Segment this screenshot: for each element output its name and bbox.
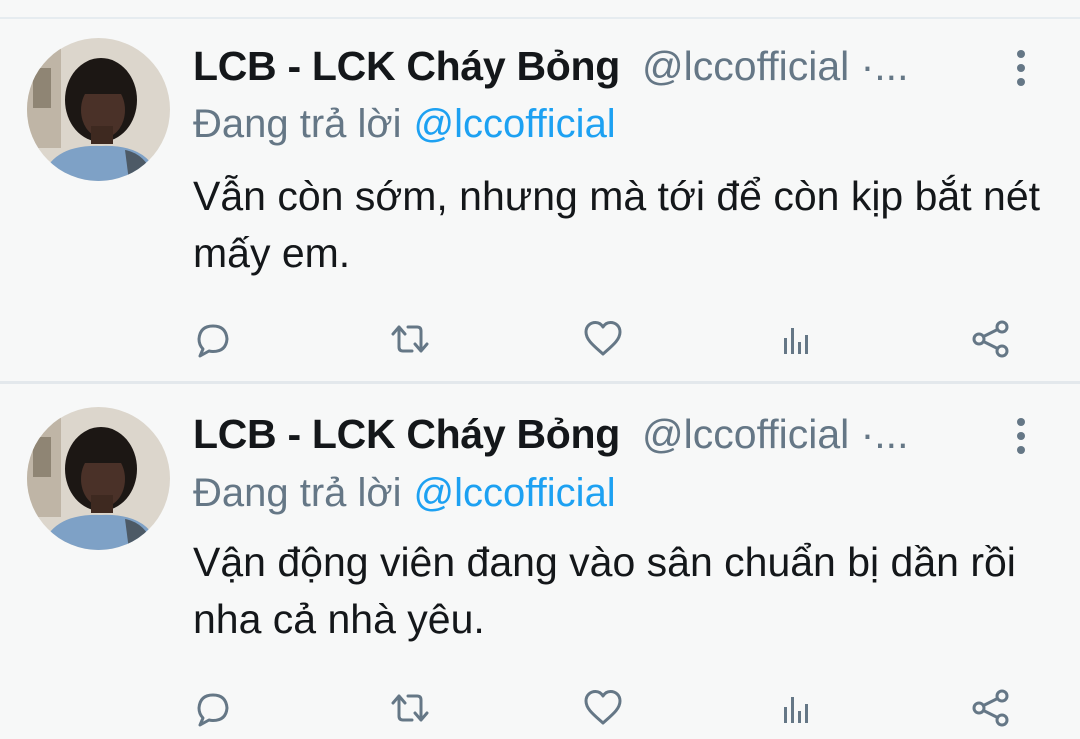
tweet-actions	[0, 683, 1080, 733]
avatar[interactable]	[27, 407, 170, 550]
reply-mention-link[interactable]: @lccofficial	[414, 102, 616, 146]
timeline: LCB - LCK Cháy Bỏng @lccofficial ·... Đan…	[0, 0, 1080, 739]
replying-to-label: Đang trả lời	[193, 102, 402, 146]
tweet-header: LCB - LCK Cháy Bỏng @lccofficial ·...	[193, 40, 993, 92]
tweet-text: Vận động viên đang vào sân chuẩn bị dần …	[193, 539, 1016, 642]
analytics-icon	[784, 697, 808, 723]
heart-icon	[584, 321, 622, 356]
user-handle[interactable]: @lccofficial ·...	[642, 43, 908, 89]
more-vertical-icon[interactable]	[1008, 46, 1034, 90]
tweet-header: LCB - LCK Cháy Bỏng @lccofficial ·...	[193, 408, 993, 460]
reply-icon	[197, 324, 229, 358]
retweet-button[interactable]	[385, 314, 435, 364]
like-button[interactable]	[578, 314, 628, 364]
avatar[interactable]	[27, 38, 170, 181]
replying-to-label: Đang trả lời	[193, 471, 402, 515]
reply-button[interactable]	[188, 314, 238, 364]
display-name[interactable]: LCB - LCK Cháy Bỏng	[193, 43, 620, 89]
display-name[interactable]: LCB - LCK Cháy Bỏng	[193, 411, 620, 457]
heart-icon	[584, 690, 622, 725]
share-button[interactable]	[966, 314, 1016, 364]
reply-button[interactable]	[188, 683, 238, 733]
reply-mention-link[interactable]: @lccofficial	[414, 471, 616, 515]
user-handle[interactable]: @lccofficial ·...	[642, 411, 908, 457]
divider	[0, 17, 1080, 19]
retweet-icon	[391, 694, 429, 722]
analytics-button[interactable]	[771, 314, 821, 364]
more-vertical-icon[interactable]	[1008, 414, 1034, 458]
share-icon	[972, 689, 1009, 727]
like-button[interactable]	[578, 683, 628, 733]
analytics-button[interactable]	[771, 683, 821, 733]
tweet-actions	[0, 314, 1080, 364]
replying-to: Đang trả lời @lccofficial	[193, 98, 616, 150]
replying-to: Đang trả lời @lccofficial	[193, 467, 616, 519]
tweet[interactable]: LCB - LCK Cháy Bỏng @lccofficial ·... Đan…	[0, 386, 1080, 739]
reply-icon	[197, 693, 229, 727]
analytics-icon	[784, 328, 808, 354]
retweet-button[interactable]	[385, 683, 435, 733]
tweet-text: Vẫn còn sớm, nhưng mà tới để còn kịp bắt…	[193, 173, 1041, 276]
share-button[interactable]	[966, 683, 1016, 733]
retweet-icon	[391, 325, 429, 353]
divider	[0, 381, 1080, 384]
share-icon	[972, 320, 1009, 358]
tweet[interactable]: LCB - LCK Cháy Bỏng @lccofficial ·... Đan…	[0, 20, 1080, 382]
